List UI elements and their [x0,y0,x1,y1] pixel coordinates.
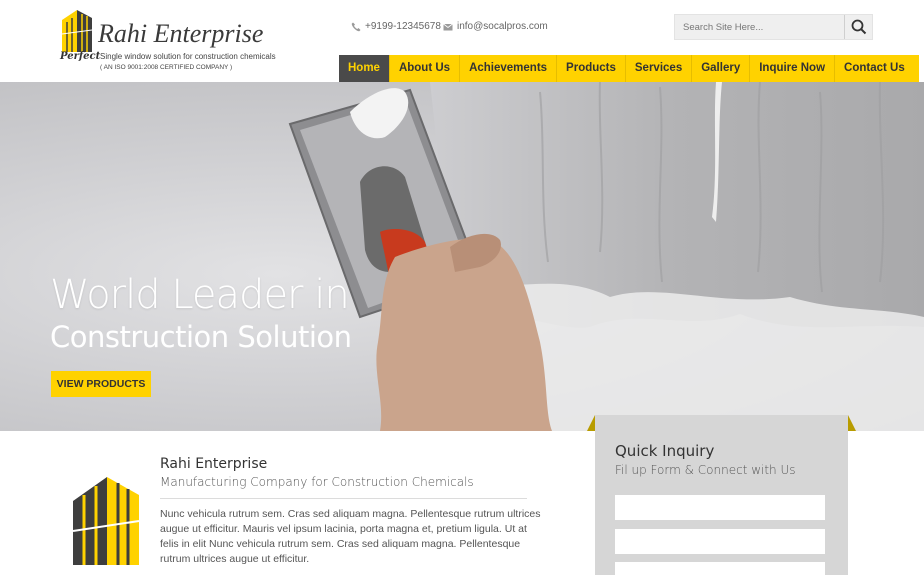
logo-certification: ( AN ISO 9001:2008 CERTIFIED COMPANY ) [100,64,233,71]
nav-item-achievements[interactable]: Achievements [460,55,558,82]
logo-brand-name[interactable]: Rahi Enterprise [98,19,263,49]
site-search [674,14,873,40]
about-paragraph: Nunc vehicula rutrum sem. Cras sed aliqu… [160,508,541,565]
inquiry-name-field[interactable] [615,495,825,520]
search-icon [851,19,866,35]
nav-item-inquire-now[interactable]: Inquire Now [750,55,836,82]
inquiry-corner-right [848,415,856,431]
about-title: Rahi Enterprise [160,456,268,472]
logo-tagline: Single window solution for construction … [100,52,276,61]
envelope-icon [443,23,453,30]
nav-item-contact-us[interactable]: Contact Us [835,55,919,82]
contact-email[interactable]: info@socalpros.com [443,21,548,32]
nav-item-gallery[interactable]: Gallery [692,55,751,82]
inquiry-phone-field[interactable] [615,562,825,575]
quick-inquiry-panel: Quick Inquiry Fil up Form & Connect with… [595,415,848,575]
inquiry-title: Quick Inquiry [615,442,715,460]
view-products-button[interactable]: VIEW PRODUCTS [51,371,151,397]
logo-perfect-text: Perfect [60,51,101,62]
building-logo-icon [72,477,140,565]
nav-item-home[interactable]: Home [339,55,390,82]
main-navigation: Home About Us Achievements Products Serv… [339,55,919,82]
nav-item-services[interactable]: Services [626,55,693,82]
email-address[interactable]: info@socalpros.com [457,21,548,32]
inquiry-corner-left [587,415,595,431]
phone-number: +9199-12345678 [365,21,441,32]
hero-title-line2: Construction Solution [50,320,352,354]
phone-icon [351,22,361,31]
building-logo-icon[interactable] [59,8,95,52]
inquiry-subtitle: Fil up Form & Connect with Us [615,463,796,477]
search-button[interactable] [844,15,872,39]
nav-item-about-us[interactable]: About Us [390,55,461,82]
site-header: Perfect Rahi Enterprise Single window so… [0,0,924,82]
search-input[interactable] [675,15,845,39]
about-subtitle: Manufacturing Company for Construction C… [160,475,474,489]
contact-phone: +9199-12345678 [351,21,441,32]
about-divider [160,498,527,499]
nav-item-products[interactable]: Products [557,55,626,82]
inquiry-email-field[interactable] [615,529,825,554]
hero-banner: World Leader in Construction Solution VI… [0,82,924,431]
hero-title-line1: World Leader in [50,272,350,318]
